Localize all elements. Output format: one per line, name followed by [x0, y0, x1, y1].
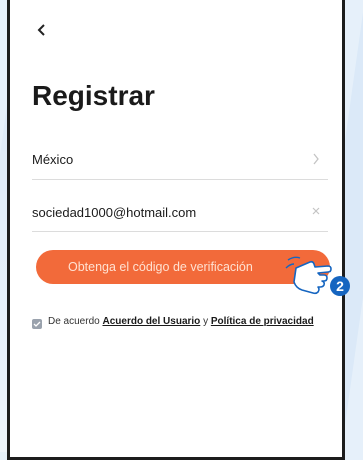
- agreement-checkbox[interactable]: [32, 319, 42, 329]
- agreement-text: De acuerdo Acuerdo del Usuario y Polític…: [48, 315, 332, 328]
- agreement-row: De acuerdo Acuerdo del Usuario y Polític…: [32, 315, 332, 329]
- chevron-right-icon: [308, 151, 324, 167]
- agreement-prefix: De acuerdo: [48, 316, 103, 327]
- checkmark-icon: [33, 321, 41, 327]
- user-agreement-link[interactable]: Acuerdo del Usuario: [102, 316, 200, 327]
- tap-hand-icon: 2: [285, 256, 350, 296]
- page-title: Registrar: [32, 80, 155, 111]
- back-button[interactable]: [30, 18, 54, 42]
- step-number: 2: [336, 278, 344, 294]
- country-value: México: [32, 152, 74, 167]
- country-selector[interactable]: México: [32, 144, 328, 180]
- email-field[interactable]: [32, 201, 292, 223]
- clear-x-icon[interactable]: [308, 203, 324, 219]
- chevron-left-icon: [37, 24, 45, 36]
- privacy-policy-link[interactable]: Política de privacidad: [211, 316, 314, 327]
- phone-screen: Registrar México Obtenga el código de ve…: [7, 0, 345, 460]
- email-field-row: [32, 196, 328, 232]
- agreement-conjunction: y: [200, 316, 211, 327]
